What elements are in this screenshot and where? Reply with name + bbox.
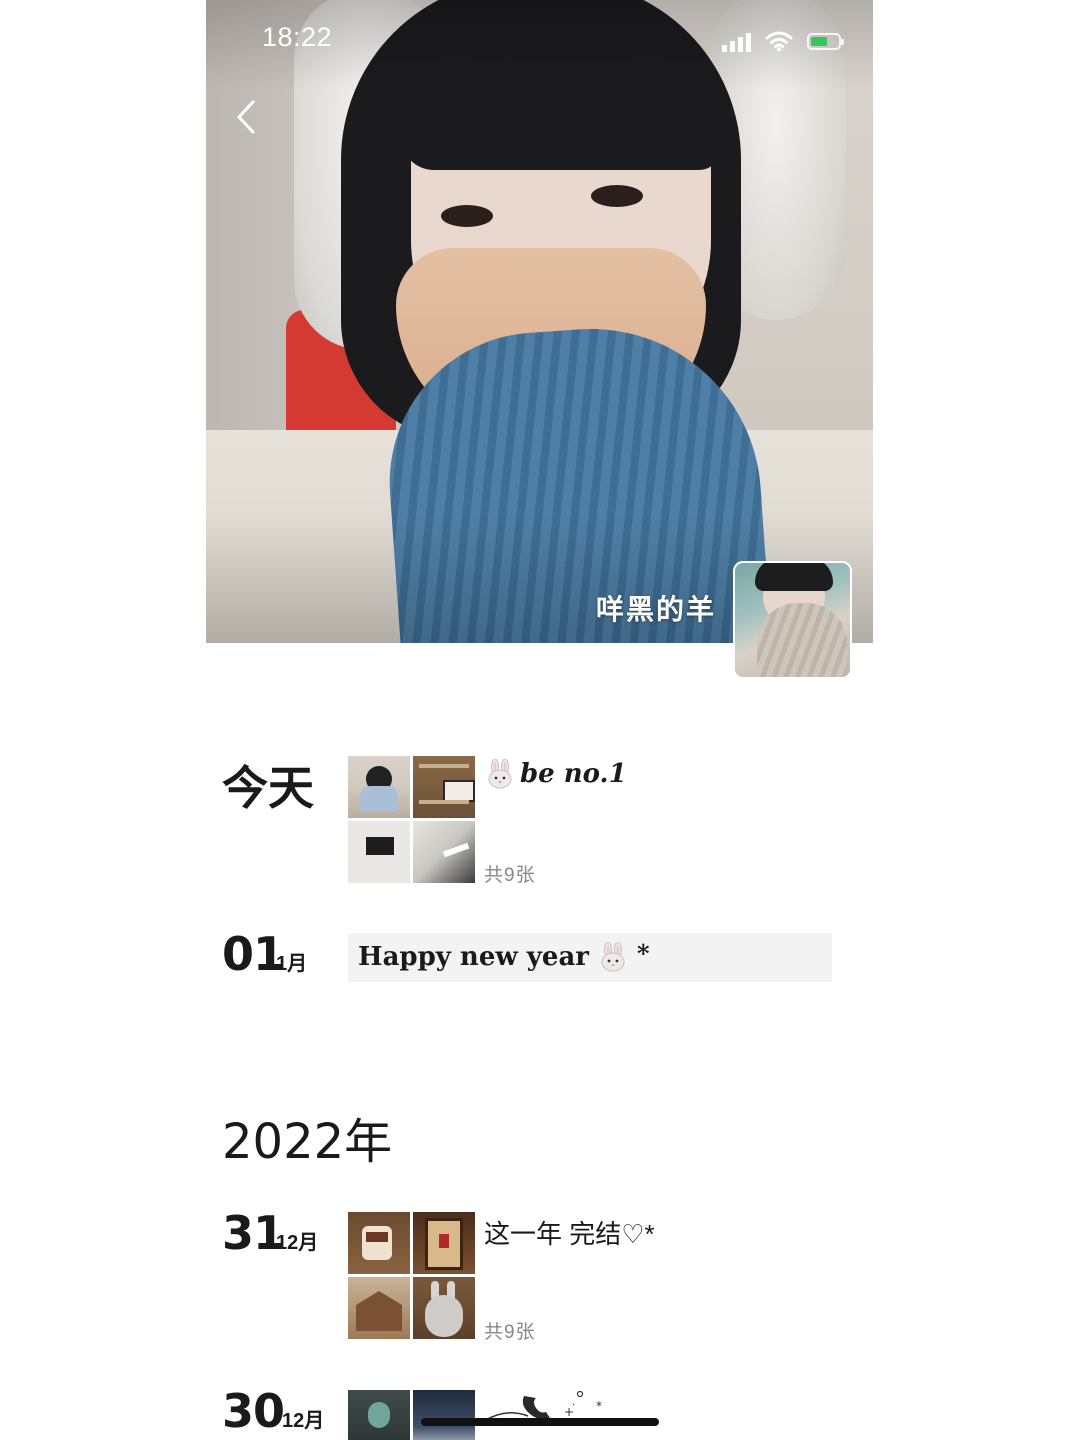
- svg-text:·: ·: [572, 1400, 575, 1411]
- date-day-30: 30: [222, 1384, 285, 1438]
- date-month-dec-30: 12月: [282, 1410, 325, 1432]
- chevron-left-icon: [237, 100, 255, 134]
- post-thumbnail: [348, 1212, 410, 1274]
- year-heading: 2022年: [222, 1114, 393, 1170]
- profile-page: 18:22 咩黑的羊 今天 be no.1 共9张 01 1月 Happy ne…: [0, 0, 1080, 1440]
- cellular-signal-icon: [722, 30, 751, 52]
- date-day-01: 01: [222, 927, 285, 981]
- post-thumbnail: [413, 1390, 475, 1440]
- back-button[interactable]: [228, 96, 264, 138]
- date-day-31: 31: [222, 1206, 285, 1260]
- post-thumbnail-grid-dec31[interactable]: [348, 1212, 476, 1340]
- date-today-label: 今天: [222, 761, 314, 815]
- post-caption-today-text: be no.1: [520, 759, 627, 789]
- status-icons: [722, 28, 844, 54]
- telephone-doodle-icon: + · *: [486, 1390, 602, 1421]
- home-indicator[interactable]: [421, 1418, 659, 1426]
- date-month-jan: 1月: [276, 953, 308, 975]
- rabbit-face-icon: [488, 759, 512, 789]
- post-thumbnail: [413, 1212, 475, 1274]
- photo-count-today: 共9张: [484, 865, 536, 886]
- post-caption-today[interactable]: be no.1: [486, 758, 627, 790]
- text-post-card[interactable]: Happy new year *: [348, 933, 832, 982]
- text-post-content: Happy new year: [358, 942, 590, 972]
- svg-text:*: *: [596, 1399, 602, 1413]
- avatar[interactable]: [733, 561, 852, 679]
- post-thumbnail-grid-dec30[interactable]: [348, 1390, 476, 1440]
- status-time: 18:22: [262, 22, 333, 52]
- photo-count-dec31: 共9张: [484, 1322, 536, 1343]
- cover-photo[interactable]: [206, 0, 873, 643]
- post-thumbnail: [348, 821, 410, 883]
- date-month-dec: 12月: [276, 1232, 319, 1254]
- post-thumbnail: [413, 821, 475, 883]
- post-thumbnail: [348, 1390, 410, 1440]
- post-thumbnail: [348, 756, 410, 818]
- post-caption-dec31[interactable]: 这一年 完结♡*: [484, 1214, 655, 1251]
- wifi-icon: [765, 31, 793, 52]
- post-thumbnail: [413, 756, 475, 818]
- post-thumbnail: [348, 1277, 410, 1339]
- text-post-trailing: *: [637, 938, 650, 968]
- rabbit-face-icon: [601, 942, 625, 972]
- post-thumbnail: [413, 1277, 475, 1339]
- profile-name[interactable]: 咩黑的羊: [596, 588, 716, 628]
- battery-icon: [807, 32, 844, 50]
- post-thumbnail-grid-today[interactable]: [348, 756, 476, 884]
